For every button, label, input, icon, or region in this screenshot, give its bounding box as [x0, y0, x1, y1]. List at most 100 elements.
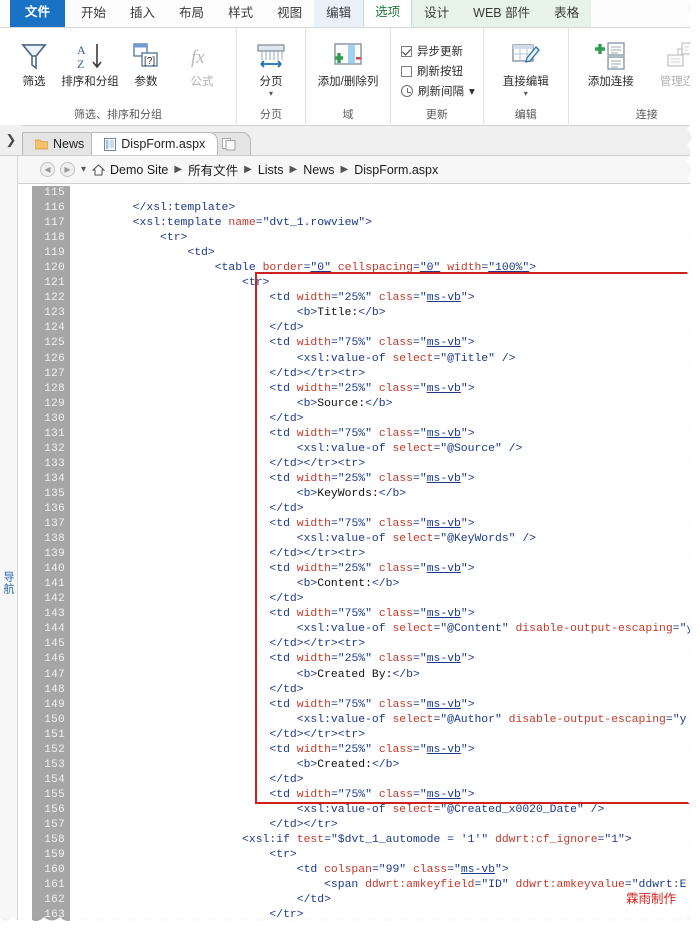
code-line-text[interactable]: <td width="75%" class="ms-vb">: [70, 788, 700, 803]
code-line[interactable]: 121 <tr>: [18, 276, 700, 291]
code-line[interactable]: 136 </td>: [18, 502, 700, 517]
code-line[interactable]: 119 <td>: [18, 246, 700, 261]
code-line-text[interactable]: <xsl:if test="$dvt_1_automode = '1'" ddw…: [70, 833, 700, 848]
code-line-text[interactable]: <td width="75%" class="ms-vb">: [70, 336, 700, 351]
code-line[interactable]: 117 <xsl:template name="dvt_1.rowview">: [18, 216, 700, 231]
code-line-text[interactable]: <xsl:value-of select="@Author" disable-o…: [70, 713, 700, 728]
back-arrow-icon[interactable]: ◀: [40, 162, 55, 177]
code-line[interactable]: 145 </td></tr><tr>: [18, 637, 700, 652]
code-line[interactable]: 161 <span ddwrt:amkeyfield="ID" ddwrt:am…: [18, 878, 700, 893]
code-line[interactable]: 120 <table border="0" cellspacing="0" wi…: [18, 261, 700, 276]
ribbon-tab-5[interactable]: 视图: [265, 0, 314, 27]
code-line-text[interactable]: <xsl:template name="dvt_1.rowview">: [70, 216, 700, 231]
code-line-text[interactable]: <tr>: [70, 276, 700, 291]
inline-edit-button[interactable]: 直接编辑 ▾: [490, 34, 562, 98]
code-editor[interactable]: 115 116 </xsl:template> 117 <xsl:template …: [18, 186, 700, 929]
code-line[interactable]: 116 </xsl:template>: [18, 201, 700, 216]
checkbox-icon[interactable]: [401, 65, 412, 77]
code-line[interactable]: 139 </td></tr><tr>: [18, 547, 700, 562]
ribbon-tab-9[interactable]: WEB 部件: [461, 0, 543, 27]
code-line-text[interactable]: <xsl:value-of select="@Title" />: [70, 352, 700, 367]
code-line[interactable]: 135 <b>KeyWords:</b>: [18, 487, 700, 502]
code-line-text[interactable]: <td width="25%" class="ms-vb">: [70, 291, 700, 306]
chevron-down-icon[interactable]: ▾: [269, 90, 273, 98]
code-line-text[interactable]: <td>: [70, 246, 700, 261]
code-line-text[interactable]: <b>Source:</b>: [70, 397, 700, 412]
code-line-text[interactable]: <tr>: [70, 848, 700, 863]
checkbox-icon[interactable]: [401, 45, 412, 57]
sort-group-button[interactable]: A Z 排序和分组: [61, 34, 119, 89]
code-line[interactable]: 155 <td width="75%" class="ms-vb">: [18, 788, 700, 803]
breadcrumb-item-2[interactable]: Lists: [258, 163, 284, 177]
paging-button[interactable]: 分页 ▾: [243, 34, 299, 98]
code-line[interactable]: 146 <td width="25%" class="ms-vb">: [18, 652, 700, 667]
code-content[interactable]: 115 116 </xsl:template> 117 <xsl:template …: [18, 186, 700, 929]
code-line[interactable]: 158 <xsl:if test="$dvt_1_automode = '1'"…: [18, 833, 700, 848]
code-line-text[interactable]: <xsl:value-of select="@KeyWords" />: [70, 532, 700, 547]
ribbon-tab-7[interactable]: 选项: [363, 0, 413, 27]
code-line-text[interactable]: </td></tr><tr>: [70, 728, 700, 743]
code-line[interactable]: 144 <xsl:value-of select="@Content" disa…: [18, 622, 700, 637]
code-line[interactable]: 159 <tr>: [18, 848, 700, 863]
code-line-text[interactable]: <b>Created By:</b>: [70, 668, 700, 683]
breadcrumb-item-3[interactable]: News: [303, 163, 334, 177]
code-line-text[interactable]: <td width="75%" class="ms-vb">: [70, 517, 700, 532]
navigation-rail[interactable]: 导航: [0, 156, 18, 929]
code-line-text[interactable]: <td width="75%" class="ms-vb">: [70, 427, 700, 442]
document-tab-news[interactable]: News: [22, 132, 98, 155]
code-line-text[interactable]: <td width="75%" class="ms-vb">: [70, 698, 700, 713]
code-line[interactable]: 134 <td width="25%" class="ms-vb">: [18, 472, 700, 487]
code-line-text[interactable]: <b>KeyWords:</b>: [70, 487, 700, 502]
code-line[interactable]: 162 </td>: [18, 893, 700, 908]
code-line[interactable]: 160 <td colspan="99" class="ms-vb">: [18, 863, 700, 878]
code-line-text[interactable]: <td width="25%" class="ms-vb">: [70, 743, 700, 758]
code-line[interactable]: 132 <xsl:value-of select="@Source" />: [18, 442, 700, 457]
code-line[interactable]: 127 </td></tr><tr>: [18, 367, 700, 382]
breadcrumb-item-0[interactable]: Demo Site: [110, 163, 168, 177]
formula-button[interactable]: fx 公式: [174, 34, 230, 89]
code-line-text[interactable]: <td width="25%" class="ms-vb">: [70, 562, 700, 577]
refresh-button-checkbox-row[interactable]: 刷新按钮: [401, 63, 475, 79]
forward-arrow-icon[interactable]: ▶: [60, 162, 75, 177]
code-line-text[interactable]: <table border="0" cellspacing="0" width=…: [70, 261, 700, 276]
code-line-text[interactable]: </tr>: [70, 908, 700, 923]
code-line[interactable]: 154 </td>: [18, 773, 700, 788]
chevron-down-icon[interactable]: ▾: [524, 90, 528, 98]
code-line-text[interactable]: </td>: [70, 893, 700, 908]
code-line[interactable]: 118 <tr>: [18, 231, 700, 246]
code-line-text[interactable]: <b>Title:</b>: [70, 306, 700, 321]
code-line-text[interactable]: <xsl:value-of select="@Created_x0020_Dat…: [70, 803, 700, 818]
breadcrumb-item-1[interactable]: 所有文件: [188, 160, 238, 179]
code-line[interactable]: 143 <td width="75%" class="ms-vb">: [18, 607, 700, 622]
refresh-interval-row[interactable]: 刷新间隔 ▾: [401, 83, 475, 99]
code-line-text[interactable]: <tr>: [70, 231, 700, 246]
code-line-text[interactable]: </xsl:template>: [70, 201, 700, 216]
code-line-text[interactable]: </td>: [70, 502, 700, 517]
ribbon-tab-2[interactable]: 插入: [118, 0, 167, 27]
code-line[interactable]: 163 </tr>: [18, 908, 700, 923]
chevron-down-icon[interactable]: ▾: [80, 164, 87, 175]
code-line-text[interactable]: </td></tr>: [70, 818, 700, 833]
code-line[interactable]: 130 </td>: [18, 412, 700, 427]
code-line[interactable]: 157 </td></tr>: [18, 818, 700, 833]
code-line[interactable]: 125 <td width="75%" class="ms-vb">: [18, 336, 700, 351]
code-line[interactable]: 141 <b>Content:</b>: [18, 577, 700, 592]
code-line-text[interactable]: </td>: [70, 321, 700, 336]
code-line[interactable]: 128 <td width="25%" class="ms-vb">: [18, 382, 700, 397]
document-tab-dispform[interactable]: DispForm.aspx: [91, 132, 219, 155]
code-line-text[interactable]: <xsl:value-of select="@Source" />: [70, 442, 700, 457]
code-line[interactable]: 122 <td width="25%" class="ms-vb">: [18, 291, 700, 306]
code-line-text[interactable]: </td>: [70, 773, 700, 788]
ribbon-tab-1[interactable]: 开始: [69, 0, 118, 27]
code-line[interactable]: 126 <xsl:value-of select="@Title" />: [18, 352, 700, 367]
code-line-text[interactable]: </td>: [70, 412, 700, 427]
code-line-text[interactable]: <b>Created:</b>: [70, 758, 700, 773]
code-line[interactable]: 153 <b>Created:</b>: [18, 758, 700, 773]
ribbon-tab-4[interactable]: 样式: [216, 0, 265, 27]
ribbon-tab-0[interactable]: 文件: [10, 0, 66, 27]
chevron-right-icon[interactable]: ❯: [0, 125, 22, 155]
code-line[interactable]: 142 </td>: [18, 592, 700, 607]
ribbon-tab-6[interactable]: 编辑: [314, 0, 364, 27]
code-line[interactable]: 137 <td width="75%" class="ms-vb">: [18, 517, 700, 532]
ribbon-tab-3[interactable]: 布局: [167, 0, 216, 27]
